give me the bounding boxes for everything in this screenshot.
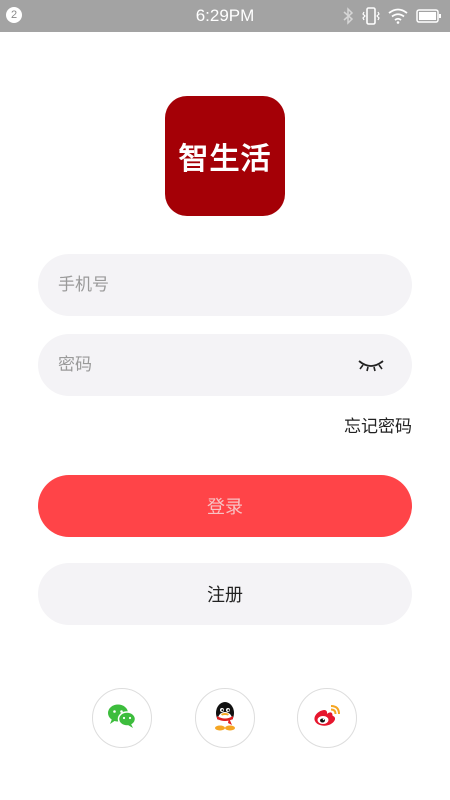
wechat-icon <box>107 703 137 733</box>
status-bar: 2 6:29PM <box>0 0 450 32</box>
bluetooth-icon <box>342 7 354 25</box>
weibo-login-button[interactable] <box>297 688 357 748</box>
qq-icon <box>211 700 239 736</box>
vibrate-icon <box>362 6 380 26</box>
battery-icon <box>416 8 442 24</box>
login-button[interactable]: 登录 <box>38 475 412 537</box>
app-logo: 智生活 <box>165 96 285 216</box>
wifi-icon <box>388 8 408 24</box>
password-input[interactable] <box>58 334 358 396</box>
eye-closed-icon[interactable] <box>356 353 386 377</box>
qq-login-button[interactable] <box>195 688 255 748</box>
phone-input[interactable] <box>58 254 358 316</box>
weibo-icon <box>312 703 342 733</box>
register-button[interactable]: 注册 <box>38 563 412 625</box>
forgot-password-link[interactable]: 忘记密码 <box>344 412 412 437</box>
password-field[interactable] <box>38 334 412 396</box>
status-icons <box>342 6 442 26</box>
phone-field[interactable] <box>38 254 412 316</box>
wechat-login-button[interactable] <box>92 688 152 748</box>
